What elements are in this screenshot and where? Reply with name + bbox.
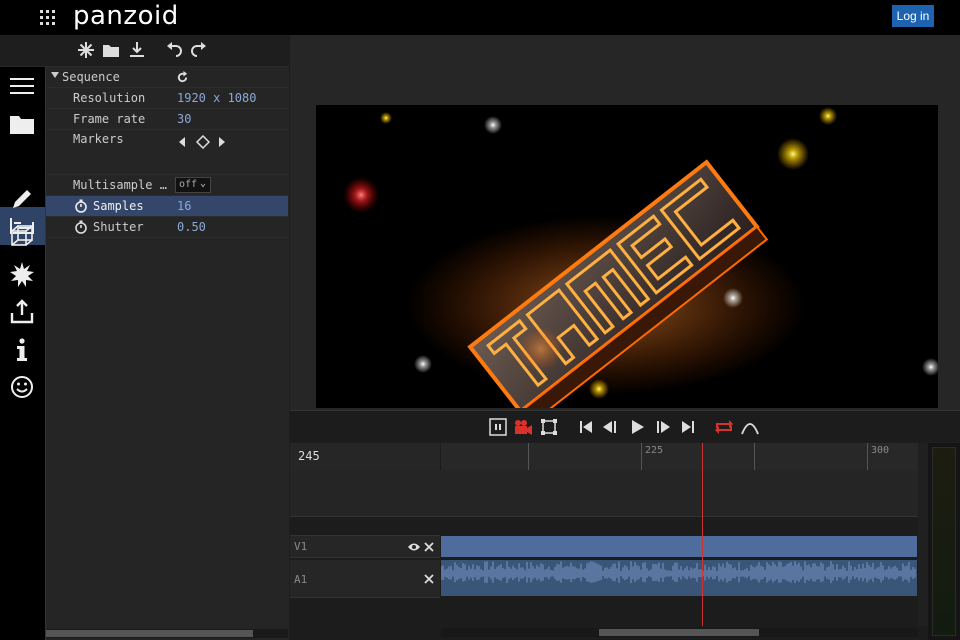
timeline-panel: 245 225 300 V1 A1 [290, 443, 928, 640]
previous-marker-icon[interactable] [179, 137, 185, 147]
marker-controls [179, 135, 225, 149]
ruler-tick [641, 443, 642, 470]
track-name: V1 [294, 540, 308, 553]
effects-icon[interactable] [9, 261, 35, 287]
frame-rate-value[interactable]: 30 [177, 112, 191, 126]
samples-value[interactable]: 16 [177, 199, 191, 213]
sequence-properties-panel: Sequence Resolution 1920 x 1080 Frame ra… [45, 67, 289, 640]
current-frame[interactable]: 245 [298, 449, 320, 463]
timeline-empty-area[interactable] [290, 470, 918, 517]
ruler-tick [528, 443, 529, 470]
menu-icon[interactable] [9, 73, 35, 99]
shutter-row[interactable]: Shutter 0.50 [46, 217, 288, 238]
markers-label: Markers [73, 132, 124, 146]
loop-icon[interactable] [714, 417, 734, 437]
eye-icon[interactable] [407, 541, 421, 553]
audio-level-meter [928, 443, 960, 640]
section-title: Sequence [62, 70, 120, 84]
pause-icon[interactable] [488, 417, 508, 437]
track-header-a1: A1 [290, 560, 440, 598]
level-meter-bar [932, 447, 956, 636]
timeline-ruler[interactable]: 225 300 [441, 443, 918, 470]
shutter-label: Shutter [93, 220, 144, 234]
chevron-down-icon: ⌄ [199, 178, 206, 189]
folder-icon[interactable] [9, 111, 35, 137]
viewer-toolbar-area [290, 35, 960, 103]
new-icon[interactable] [77, 41, 95, 59]
timeline-vertical-scrollbar[interactable] [918, 443, 928, 626]
curve-icon[interactable] [740, 417, 760, 437]
multisample-label: Multisample … [73, 178, 167, 192]
ruler-label: 300 [871, 445, 890, 456]
undo-icon[interactable] [165, 41, 183, 59]
record-camera-icon[interactable] [513, 417, 533, 437]
multisample-select[interactable]: off ⌄ [175, 177, 211, 193]
apps-grid-icon[interactable] [38, 8, 56, 26]
stopwatch-icon[interactable] [74, 220, 88, 234]
resolution-label: Resolution [73, 91, 146, 105]
skip-end-icon[interactable] [678, 417, 698, 437]
collapse-arrow-icon[interactable] [51, 72, 59, 78]
track-name: A1 [294, 573, 308, 586]
shutter-value[interactable]: 0.50 [177, 220, 206, 234]
resolution-row[interactable]: Resolution 1920 x 1080 [46, 88, 288, 109]
ruler-label: 225 [645, 445, 664, 456]
scrollbar-thumb[interactable] [599, 629, 759, 636]
samples-label: Samples [93, 199, 144, 213]
icon-sidebar [0, 67, 45, 640]
info-icon[interactable] [9, 337, 35, 363]
step-back-icon[interactable] [601, 417, 621, 437]
ruler-tick [867, 443, 868, 470]
app-logo[interactable]: panzoid [73, 1, 179, 31]
preview-render [316, 105, 938, 408]
fit-frame-icon[interactable] [539, 417, 559, 437]
add-marker-icon[interactable] [195, 135, 211, 149]
step-forward-icon[interactable] [652, 417, 672, 437]
skip-start-icon[interactable] [576, 417, 596, 437]
frame-rate-label: Frame rate [73, 112, 146, 126]
markers-row: Markers [46, 130, 288, 175]
close-icon[interactable] [423, 573, 435, 585]
timeline-header: 245 [290, 443, 440, 470]
reset-icon[interactable] [176, 71, 189, 84]
audio-clip[interactable] [441, 560, 917, 596]
stopwatch-icon[interactable] [74, 199, 88, 213]
project-toolbar [0, 35, 289, 67]
export-icon[interactable] [9, 299, 35, 325]
ruler-tick [754, 443, 755, 470]
pencil-icon[interactable] [9, 186, 35, 212]
sequence-section-header[interactable]: Sequence [46, 67, 288, 88]
multisample-value: off [179, 179, 198, 190]
smiley-icon[interactable] [9, 374, 35, 400]
open-folder-icon[interactable] [102, 41, 120, 59]
video-preview[interactable] [316, 105, 938, 408]
video-clip[interactable] [441, 536, 917, 557]
login-button[interactable]: Log in [892, 5, 934, 27]
playhead[interactable] [702, 443, 703, 626]
track-header-v1: V1 [290, 535, 440, 558]
samples-row[interactable]: Samples 16 [46, 196, 288, 217]
audio-waveform [441, 561, 916, 584]
download-icon[interactable] [128, 41, 146, 59]
cube-icon[interactable] [9, 223, 35, 249]
resolution-value[interactable]: 1920 x 1080 [177, 91, 256, 105]
next-marker-icon[interactable] [219, 137, 225, 147]
properties-scrollbar[interactable] [46, 629, 288, 638]
multisample-row[interactable]: Multisample … off ⌄ [46, 175, 288, 196]
redo-icon[interactable] [190, 41, 208, 59]
scrollbar-thumb[interactable] [46, 630, 253, 637]
top-bar: panzoid Log in [0, 0, 960, 35]
play-icon[interactable] [627, 417, 647, 437]
timeline-scrollbar[interactable] [441, 628, 918, 637]
transport-controls [290, 410, 960, 442]
frame-rate-row[interactable]: Frame rate 30 [46, 109, 288, 130]
close-icon[interactable] [423, 541, 435, 553]
